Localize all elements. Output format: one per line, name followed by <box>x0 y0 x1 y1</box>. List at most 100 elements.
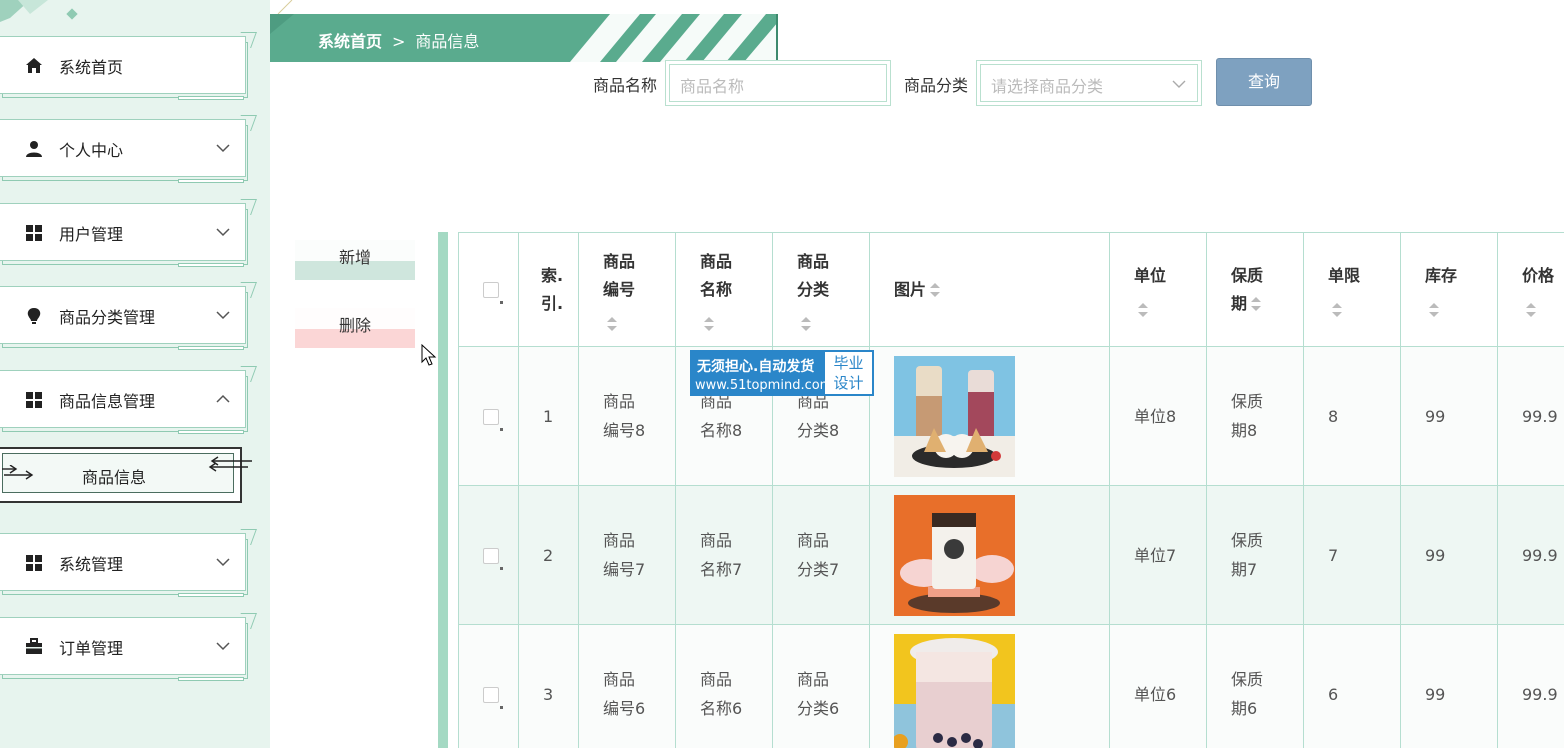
sidebar-item-personal-center[interactable]: 个人中心 <box>0 115 257 183</box>
menu-corner-deco <box>235 282 257 298</box>
watermark-line2: www.51topmind.com <box>695 378 833 393</box>
sidebar-item-order-management[interactable]: 订单管理 <box>0 613 257 681</box>
breadcrumb: 系统首页 > 商品信息 <box>270 14 778 62</box>
stock-header[interactable]: 库存 <box>1400 232 1498 347</box>
code-line2: 编号8 <box>603 421 646 440</box>
grid-icon <box>26 225 42 241</box>
shelf-life-header[interactable]: 保质期 <box>1206 232 1304 347</box>
bulb-icon <box>27 308 41 324</box>
sort-icon[interactable] <box>930 283 941 297</box>
price-cell: 99.9 <box>1497 624 1564 748</box>
sidebar-item-user-management[interactable]: 用户管理 <box>0 199 257 267</box>
code-header[interactable]: 商品 编号 <box>578 232 676 347</box>
table-row[interactable]: 1 商品 编号8 商品 名称8 商品 分类8 单位8 保质 期8 8 99 99… <box>458 346 1564 486</box>
image-header-label: 图片 <box>894 279 927 299</box>
row-checkbox[interactable] <box>483 687 499 703</box>
product-image[interactable] <box>894 355 1015 477</box>
name-header[interactable]: 商品 名称 <box>675 232 773 347</box>
menu-corner-deco <box>235 115 257 131</box>
sidebar-item-label: 商品分类管理 <box>59 308 156 327</box>
menu-bottom-deco <box>178 677 244 681</box>
table-header-row: 索. 引. 商品 编号 商品 名称 商品 分类 图片 单位 保质期 单限 库存 价格 <box>458 232 1564 347</box>
index-cell: 1 <box>518 346 579 486</box>
category-line2: 分类8 <box>797 421 840 440</box>
limit-cell: 7 <box>1303 485 1401 625</box>
sidebar-item-category-management[interactable]: 商品分类管理 <box>0 282 257 350</box>
breadcrumb-edge <box>776 14 778 62</box>
sidebar-subitem-label: 商品信息 <box>82 468 147 487</box>
user-icon <box>26 141 42 157</box>
product-category-placeholder: 请选择商品分类 <box>991 77 1104 96</box>
product-table: 索. 引. 商品 编号 商品 名称 商品 分类 图片 单位 保质期 单限 库存 价格 1 <box>458 232 1564 748</box>
watermark-right: 毕业 设计 <box>825 352 872 394</box>
index-header-line1: 索. <box>541 265 564 285</box>
category-cell: 商品 分类7 <box>772 485 870 625</box>
product-name-input[interactable]: 商品名称 <box>665 60 891 106</box>
briefcase-icon <box>26 638 42 654</box>
home-icon <box>26 58 42 73</box>
query-button[interactable]: 查询 <box>1216 58 1312 106</box>
menu-bottom-deco <box>178 179 244 183</box>
sidebar-subitem-product-info[interactable]: 商品信息 <box>0 447 252 503</box>
product-category-select[interactable]: 请选择商品分类 <box>976 60 1202 106</box>
index-cell: 3 <box>518 624 579 748</box>
row-checkbox[interactable] <box>483 548 499 564</box>
stock-cell: 99 <box>1400 485 1498 625</box>
shelf-life-cell: 保质 期8 <box>1206 346 1304 486</box>
chevron-up-icon <box>216 394 230 403</box>
shelf-line1: 保质 <box>1231 531 1264 550</box>
checkbox-dot <box>500 427 503 431</box>
product-image[interactable] <box>894 633 1015 748</box>
add-button[interactable]: 新增 <box>295 240 415 280</box>
sort-icon[interactable] <box>607 317 617 331</box>
mouse-cursor-icon <box>421 344 437 366</box>
breadcrumb-home[interactable]: 系统首页 <box>318 32 382 51</box>
limit-header[interactable]: 单限 <box>1303 232 1401 347</box>
image-cell <box>869 485 1110 625</box>
sort-icon[interactable] <box>1526 303 1536 317</box>
chevron-down-icon <box>216 228 230 237</box>
sidebar-item-product-info-management[interactable]: 商品信息管理 <box>0 366 257 434</box>
menu-corner-deco <box>235 199 257 215</box>
sort-icon[interactable] <box>1429 303 1439 317</box>
delete-button[interactable]: 删除 <box>295 308 415 348</box>
code-line1: 商品 <box>603 531 636 550</box>
code-line2: 编号6 <box>603 699 646 718</box>
shelf-line1: 保质 <box>1231 670 1264 689</box>
table-row[interactable]: 2 商品 编号7 商品 名称7 商品 分类7 单位7 保质 期7 7 99 99… <box>458 485 1564 625</box>
unit-header[interactable]: 单位 <box>1109 232 1207 347</box>
category-line1: 商品 <box>797 531 830 550</box>
checkbox-dot <box>500 705 503 709</box>
shelf-line2: 期7 <box>1231 560 1258 579</box>
watermark-badge: 无须担心.自动发货 www.51topmind.com 毕业 设计 <box>690 350 874 396</box>
watermark-line1: 无须担心.自动发货 <box>697 359 815 375</box>
name-line2: 名称8 <box>700 421 743 440</box>
index-header-line2: 引. <box>541 293 564 313</box>
sort-icon[interactable] <box>801 317 811 331</box>
watermark-right-line2: 设计 <box>833 374 864 392</box>
name-line1: 商品 <box>700 670 733 689</box>
table-row[interactable]: 3 商品 编号6 商品 名称6 商品 分类6 单位6 保质 期6 6 99 99… <box>458 624 1564 748</box>
product-category-select-inner: 请选择商品分类 <box>980 64 1198 102</box>
unit-header-label: 单位 <box>1134 265 1167 285</box>
product-image[interactable] <box>894 494 1015 616</box>
product-name-placeholder: 商品名称 <box>669 64 887 102</box>
category-header[interactable]: 商品 分类 <box>772 232 870 347</box>
sidebar-item-system-management[interactable]: 系统管理 <box>0 529 257 597</box>
code-line1: 商品 <box>603 392 636 411</box>
row-checkbox[interactable] <box>483 409 499 425</box>
select-all-checkbox[interactable] <box>483 282 499 298</box>
sort-icon[interactable] <box>1251 297 1262 311</box>
sort-icon[interactable] <box>1138 303 1148 317</box>
sort-icon[interactable] <box>704 317 714 331</box>
price-header[interactable]: 价格 <box>1497 232 1564 347</box>
product-category-label: 商品分类 <box>904 76 969 95</box>
shelf-header-line1: 保质 <box>1231 265 1264 285</box>
category-line2: 分类6 <box>797 699 840 718</box>
stock-header-label: 库存 <box>1425 265 1458 285</box>
code-line1: 商品 <box>603 670 636 689</box>
sort-icon[interactable] <box>1332 303 1342 317</box>
sidebar-item-home[interactable]: 系统首页 <box>0 32 257 100</box>
image-header[interactable]: 图片 <box>869 232 1110 347</box>
code-line2: 编号7 <box>603 560 646 579</box>
